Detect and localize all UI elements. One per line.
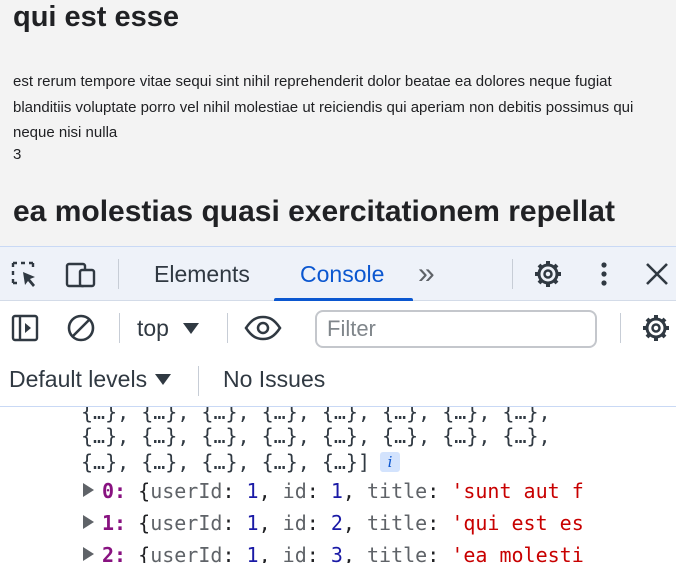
log-levels-dropdown[interactable]: Default levels bbox=[9, 366, 172, 393]
divider bbox=[620, 313, 621, 343]
divider bbox=[119, 313, 120, 343]
log-levels-label: Default levels bbox=[9, 366, 148, 392]
web-page: qui est esse est rerum tempore vitae seq… bbox=[0, 0, 676, 246]
device-toggle-icon[interactable] bbox=[64, 260, 98, 290]
levels-bar: Default levels No Issues bbox=[0, 354, 676, 407]
more-tabs-button[interactable]: » bbox=[418, 247, 435, 301]
gear-icon[interactable] bbox=[532, 258, 564, 290]
tab-elements[interactable]: Elements bbox=[154, 247, 250, 301]
filter-input[interactable] bbox=[315, 310, 597, 348]
devtools-panel: Elements Console » top Filter Default le… bbox=[0, 246, 676, 563]
divider bbox=[198, 366, 199, 396]
context-label: top bbox=[137, 314, 169, 341]
array-item-row[interactable]: 1: {userId: 1, id: 2, title: 'qui est es bbox=[83, 508, 628, 538]
post-user-id: 3 bbox=[13, 146, 22, 163]
post-title: qui est esse bbox=[13, 1, 180, 33]
array-item-row[interactable]: 2: {userId: 1, id: 3, title: 'ea molesti bbox=[83, 540, 628, 563]
expand-triangle-icon[interactable] bbox=[83, 547, 94, 561]
devtools-tabbar: Elements Console » bbox=[0, 247, 676, 301]
array-preview-line: {…}, {…}, {…}, {…}, {…}] i bbox=[81, 449, 400, 475]
divider bbox=[227, 313, 228, 343]
console-toolbar: top bbox=[0, 301, 676, 354]
issues-counter[interactable]: No Issues bbox=[223, 366, 325, 393]
chevron-down-icon bbox=[155, 374, 172, 385]
context-selector[interactable]: top bbox=[137, 313, 199, 343]
clear-console-icon[interactable] bbox=[65, 312, 97, 344]
divider bbox=[512, 259, 513, 289]
chevron-down-icon bbox=[182, 322, 199, 334]
kebab-menu-icon[interactable] bbox=[594, 258, 614, 290]
tab-console[interactable]: Console bbox=[300, 247, 384, 301]
live-expression-icon[interactable] bbox=[244, 314, 282, 342]
sidebar-toggle-icon[interactable] bbox=[10, 313, 40, 343]
gear-icon[interactable] bbox=[640, 312, 672, 344]
post-title: ea molestias quasi exercitationem repell… bbox=[13, 195, 615, 228]
array-item-row[interactable]: 0: {userId: 1, id: 1, title: 'sunt aut f bbox=[83, 476, 628, 506]
select-element-icon[interactable] bbox=[10, 260, 40, 290]
console-output: {…}, {…}, {…}, {…}, {…}, {…}, {…}, {…}, … bbox=[0, 407, 676, 563]
divider bbox=[118, 259, 119, 289]
close-icon[interactable] bbox=[642, 259, 672, 289]
post-body: est rerum tempore vitae sequi sint nihil… bbox=[13, 73, 634, 141]
array-preview-line: {…}, {…}, {…}, {…}, {…}, {…}, {…}, {…}, bbox=[81, 424, 551, 448]
expand-triangle-icon[interactable] bbox=[83, 483, 94, 497]
expand-triangle-icon[interactable] bbox=[83, 515, 94, 529]
info-icon[interactable]: i bbox=[379, 452, 400, 472]
array-preview-text: {…}, {…}, {…}, {…}, {…}] bbox=[81, 450, 370, 474]
